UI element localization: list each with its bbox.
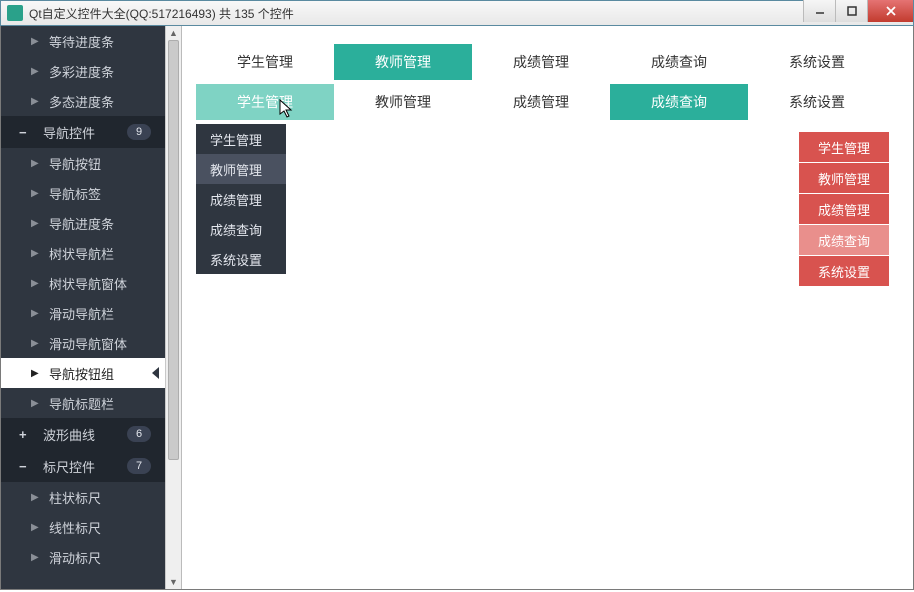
sidebar-item[interactable]: ▶ 导航标签 (1, 178, 165, 208)
red-nav-item[interactable]: 学生管理 (799, 132, 889, 162)
sidebar-item-label: 柱状标尺 (49, 488, 101, 507)
sidebar-item-label: 树状导航窗体 (49, 274, 127, 293)
triangle-right-icon: ▶ (31, 248, 39, 259)
triangle-right-icon: ▶ (31, 308, 39, 319)
red-nav-item[interactable]: 成绩查询 (799, 225, 889, 255)
window-title: Qt自定义控件大全(QQ:517216493) 共 135 个控件 (29, 5, 294, 22)
scrollbar-thumb[interactable] (168, 40, 179, 460)
nav-tab[interactable]: 成绩管理 (472, 44, 610, 80)
sidebar-group-label: 波形曲线 (43, 425, 95, 444)
red-nav-item[interactable]: 系统设置 (799, 256, 889, 286)
red-nav-item[interactable]: 成绩管理 (799, 194, 889, 224)
maximize-button[interactable] (835, 0, 867, 22)
sidebar-item-label: 滑动导航窗体 (49, 334, 127, 353)
sidebar-item[interactable]: ▶ 树状导航栏 (1, 238, 165, 268)
sidebar-item[interactable]: ▶ 多态进度条 (1, 86, 165, 116)
app-icon (7, 5, 23, 21)
sidebar-item[interactable]: ▶ 导航标题栏 (1, 388, 165, 418)
nav-tab[interactable]: 学生管理 (196, 44, 334, 80)
badge: 6 (127, 426, 151, 442)
sidebar-scrollbar[interactable]: ▲ ▼ (165, 26, 181, 589)
sidebar-item[interactable]: ▶ 等待进度条 (1, 26, 165, 56)
red-nav-item[interactable]: 教师管理 (799, 163, 889, 193)
dropdown-item[interactable]: 成绩查询 (196, 214, 286, 244)
triangle-right-icon: ▶ (31, 188, 39, 199)
triangle-right-icon: ▶ (31, 338, 39, 349)
sidebar-item[interactable]: ▶ 线性标尺 (1, 512, 165, 542)
dropdown-item[interactable]: 成绩管理 (196, 184, 286, 214)
triangle-right-icon: ▶ (31, 492, 39, 503)
sidebar-item-label: 滑动标尺 (49, 548, 101, 567)
sidebar-item[interactable]: ▶ 导航按钮组 (1, 358, 165, 388)
nav-tab[interactable]: 学生管理 (196, 84, 334, 120)
sidebar-item-label: 导航标签 (49, 184, 101, 203)
triangle-right-icon: ▶ (31, 522, 39, 533)
sidebar-item-label: 线性标尺 (49, 518, 101, 537)
sidebar-group[interactable]: + 波形曲线 6 (1, 418, 165, 450)
sidebar-item-label: 导航按钮 (49, 154, 101, 173)
dropdown-menu: 学生管理教师管理成绩管理成绩查询系统设置 (196, 124, 286, 274)
dropdown-item[interactable]: 教师管理 (196, 154, 286, 184)
triangle-right-icon: ▶ (31, 552, 39, 563)
sidebar: ▶等待进度条▶多彩进度条▶多态进度条−导航控件9▶导航按钮▶导航标签▶导航进度条… (1, 26, 181, 589)
minus-icon: − (19, 459, 33, 474)
sidebar-item[interactable]: ▶ 导航进度条 (1, 208, 165, 238)
sidebar-item-label: 树状导航栏 (49, 244, 114, 263)
dropdown-item[interactable]: 系统设置 (196, 244, 286, 274)
scroll-up-icon[interactable]: ▲ (166, 26, 181, 40)
window-titlebar: Qt自定义控件大全(QQ:517216493) 共 135 个控件 (0, 0, 914, 26)
plus-icon: + (19, 427, 33, 442)
triangle-right-icon: ▶ (31, 96, 39, 107)
sidebar-item-label: 多态进度条 (49, 92, 114, 111)
sidebar-item[interactable]: ▶ 滑动导航窗体 (1, 328, 165, 358)
sidebar-item-label: 导航标题栏 (49, 394, 114, 413)
sidebar-group[interactable]: −标尺控件 7 (1, 450, 165, 482)
sidebar-item[interactable]: ▶ 柱状标尺 (1, 482, 165, 512)
triangle-right-icon: ▶ (31, 368, 39, 379)
sidebar-group-label: 导航控件 (43, 123, 95, 142)
nav-tab[interactable]: 成绩管理 (472, 84, 610, 120)
nav-tab[interactable]: 教师管理 (334, 84, 472, 120)
content-area: 学生管理教师管理成绩管理成绩查询系统设置 学生管理教师管理成绩管理成绩查询系统设… (181, 26, 913, 589)
triangle-right-icon: ▶ (31, 158, 39, 169)
close-button[interactable] (867, 0, 913, 22)
nav-tab[interactable]: 成绩查询 (610, 44, 748, 80)
sidebar-item[interactable]: ▶ 滑动标尺 (1, 542, 165, 572)
sidebar-item-label: 滑动导航栏 (49, 304, 114, 323)
cursor-icon (278, 98, 296, 120)
nav-tab[interactable]: 成绩查询 (610, 84, 748, 120)
minimize-button[interactable] (803, 0, 835, 22)
dropdown-item[interactable]: 学生管理 (196, 124, 286, 154)
nav-tab[interactable]: 系统设置 (748, 44, 886, 80)
sidebar-item[interactable]: ▶ 多彩进度条 (1, 56, 165, 86)
badge: 9 (127, 124, 151, 140)
red-nav: 学生管理教师管理成绩管理成绩查询系统设置 (799, 132, 889, 287)
badge: 7 (127, 458, 151, 474)
sidebar-item-label: 等待进度条 (49, 32, 114, 51)
triangle-right-icon: ▶ (31, 398, 39, 409)
triangle-right-icon: ▶ (31, 218, 39, 229)
nav-tab[interactable]: 教师管理 (334, 44, 472, 80)
triangle-right-icon: ▶ (31, 66, 39, 77)
minus-icon: − (19, 125, 33, 140)
sidebar-item-label: 导航进度条 (49, 214, 114, 233)
sidebar-group[interactable]: −导航控件 9 (1, 116, 165, 148)
sidebar-group-label: 标尺控件 (43, 457, 95, 476)
scroll-down-icon[interactable]: ▼ (166, 575, 181, 589)
triangle-right-icon: ▶ (31, 278, 39, 289)
sidebar-item[interactable]: ▶ 滑动导航栏 (1, 298, 165, 328)
nav-row-1: 学生管理教师管理成绩管理成绩查询系统设置 (182, 44, 913, 80)
sidebar-item[interactable]: ▶ 树状导航窗体 (1, 268, 165, 298)
sidebar-item-label: 导航按钮组 (49, 364, 114, 383)
sidebar-item[interactable]: ▶ 导航按钮 (1, 148, 165, 178)
nav-tab[interactable]: 系统设置 (748, 84, 886, 120)
sidebar-item-label: 多彩进度条 (49, 62, 114, 81)
triangle-right-icon: ▶ (31, 36, 39, 47)
